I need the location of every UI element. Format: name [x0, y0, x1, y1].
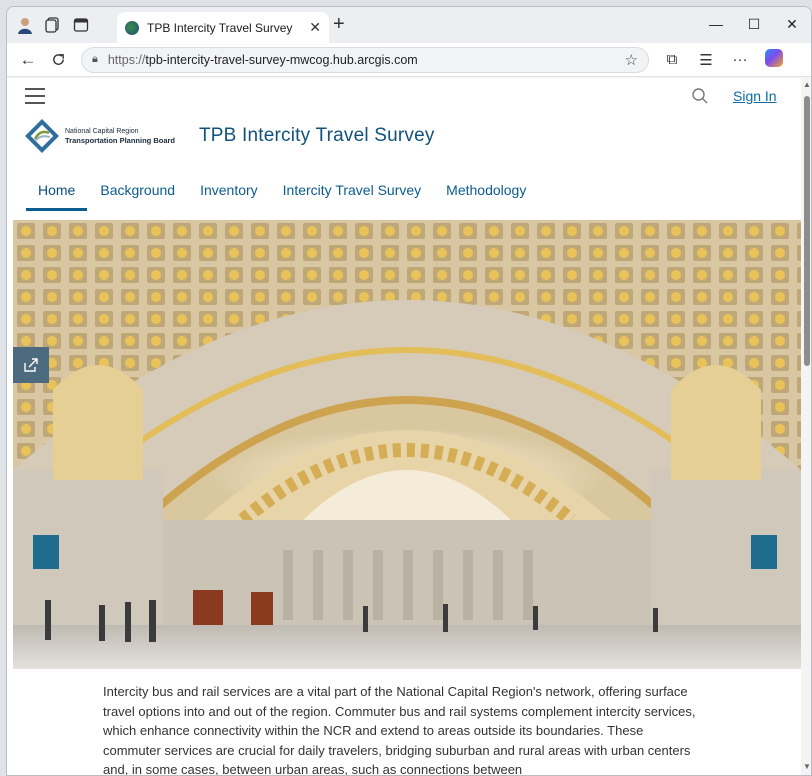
maximize-icon[interactable]: ☐ [735, 7, 773, 41]
browser-window: TPB Intercity Travel Survey ✕ + — ☐ ✕ ← … [6, 6, 812, 776]
more-options-icon[interactable]: ··· [723, 51, 757, 68]
scroll-up-icon[interactable]: ▲ [803, 80, 811, 89]
nav-intercity-travel-survey[interactable]: Intercity Travel Survey [271, 182, 434, 211]
workspaces-icon[interactable] [39, 11, 67, 39]
share-icon [24, 358, 38, 372]
site-info-icon[interactable]: 🔒︎ [92, 53, 98, 66]
sign-in-link[interactable]: Sign In [733, 88, 777, 104]
new-tab-icon[interactable]: + [333, 13, 345, 36]
toolbar-right: ⧉ ☰ ··· [655, 48, 791, 71]
org-name: National Capital Region Transportation P… [65, 127, 176, 145]
scroll-down-icon[interactable]: ▼ [803, 762, 811, 771]
search-icon[interactable] [691, 87, 709, 105]
back-icon[interactable]: ← [13, 46, 43, 74]
nav-home[interactable]: Home [26, 182, 88, 211]
collections-icon[interactable]: ☰ [689, 51, 723, 69]
tpb-logo-icon [25, 119, 59, 153]
vertical-tabs-icon[interactable] [67, 11, 95, 39]
main-nav: Home Background Inventory Intercity Trav… [26, 182, 539, 211]
address-bar[interactable]: 🔒︎ https://tpb-intercity-travel-survey-m… [81, 46, 649, 73]
page-scrollbar[interactable]: ▲ ▼ [801, 78, 811, 775]
copilot-icon[interactable] [757, 48, 791, 71]
share-button[interactable] [13, 347, 49, 383]
extensions-icon[interactable]: ⧉ [655, 51, 689, 68]
nav-methodology[interactable]: Methodology [434, 182, 538, 211]
address-toolbar: ← 🔒︎ https://tpb-intercity-travel-survey… [7, 43, 811, 77]
tab-strip: TPB Intercity Travel Survey ✕ + — ☐ ✕ [7, 7, 811, 43]
org-logo[interactable]: National Capital Region Transportation P… [25, 119, 175, 153]
active-tab[interactable]: TPB Intercity Travel Survey ✕ [117, 12, 329, 43]
intro-paragraph: Intercity bus and rail services are a vi… [103, 684, 696, 776]
scrollbar-thumb[interactable] [804, 96, 810, 366]
window-controls: — ☐ ✕ [697, 7, 811, 41]
url-text: https://tpb-intercity-travel-survey-mwco… [107, 52, 418, 67]
tab-close-icon[interactable]: ✕ [309, 19, 321, 36]
hero-image-union-station [13, 220, 801, 669]
minimize-icon[interactable]: — [697, 7, 735, 41]
favorite-star-icon[interactable]: ☆ [625, 51, 638, 69]
profile-avatar-icon[interactable] [11, 11, 39, 39]
site-top-bar: Sign In [7, 78, 801, 118]
refresh-icon[interactable] [43, 46, 73, 74]
site-title[interactable]: TPB Intercity Travel Survey [199, 125, 435, 147]
window-close-icon[interactable]: ✕ [773, 7, 811, 41]
nav-background[interactable]: Background [88, 182, 187, 211]
site-favicon-icon [125, 20, 139, 35]
tab-title: TPB Intercity Travel Survey [147, 20, 293, 35]
menu-icon[interactable] [25, 88, 45, 104]
nav-inventory[interactable]: Inventory [188, 182, 270, 211]
page-viewport: Sign In National Capital Region Transpor… [7, 78, 811, 776]
